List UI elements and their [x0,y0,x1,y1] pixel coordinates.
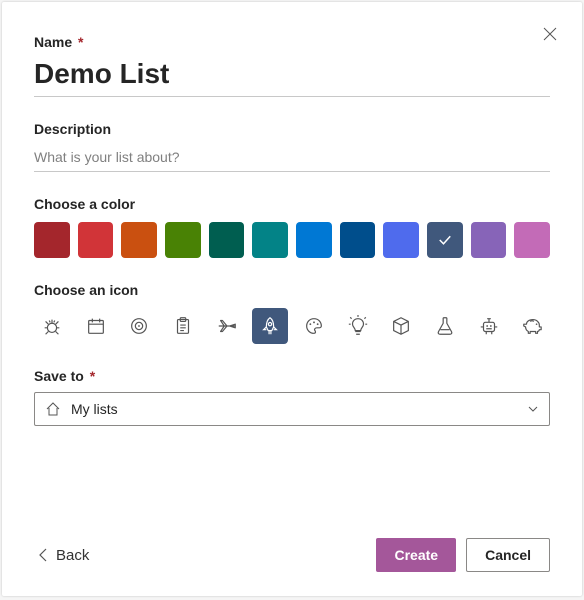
icon-option-clipboard[interactable] [165,308,201,344]
cube-icon [390,315,412,337]
color-swatch-blue[interactable] [296,222,332,258]
name-label: Name * [34,34,550,50]
palette-icon [303,315,325,337]
icon-option-cube[interactable] [383,308,419,344]
clipboard-icon [172,315,194,337]
save-to-selected: My lists [71,401,517,417]
piggybank-icon [521,315,543,337]
calendar-icon [85,315,107,337]
icon-option-bug[interactable] [34,308,70,344]
choose-icon-label: Choose an icon [34,282,550,298]
color-swatch-row [34,222,550,258]
color-swatch-red[interactable] [78,222,114,258]
create-list-dialog: Name * Description Choose a color Choose… [2,2,582,596]
lightbulb-icon [347,315,369,337]
color-swatch-violet[interactable] [471,222,507,258]
icon-option-airplane[interactable] [209,308,245,344]
create-button[interactable]: Create [376,538,456,572]
target-icon [128,315,150,337]
rocket-icon [259,315,281,337]
back-button[interactable]: Back [34,541,93,570]
icon-option-calendar[interactable] [78,308,114,344]
chevron-left-icon [38,548,50,562]
chevron-down-icon [527,403,539,415]
airplane-icon [216,315,238,337]
save-to-dropdown[interactable]: My lists [34,392,550,426]
color-swatch-pink[interactable] [514,222,550,258]
icon-option-robot[interactable] [471,308,507,344]
flask-icon [434,315,456,337]
close-icon [543,27,557,41]
check-icon [436,231,454,249]
dialog-footer: Back Create Cancel [34,538,550,572]
icon-option-piggybank[interactable] [514,308,550,344]
name-input[interactable] [34,56,550,97]
bug-icon [41,315,63,337]
icon-option-lightbulb[interactable] [340,308,376,344]
home-icon [45,401,61,417]
color-swatch-periwinkle[interactable] [383,222,419,258]
description-input[interactable] [34,143,550,172]
color-swatch-orange[interactable] [121,222,157,258]
required-star: * [90,368,95,384]
close-button[interactable] [536,20,564,48]
icon-swatch-row [34,308,550,344]
icon-option-rocket[interactable] [252,308,288,344]
icon-option-flask[interactable] [427,308,463,344]
required-star: * [78,34,83,50]
color-swatch-teal[interactable] [252,222,288,258]
color-swatch-dark-teal[interactable] [209,222,245,258]
description-label: Description [34,121,550,137]
choose-color-label: Choose a color [34,196,550,212]
color-swatch-dark-blue[interactable] [340,222,376,258]
color-swatch-green[interactable] [165,222,201,258]
cancel-button[interactable]: Cancel [466,538,550,572]
robot-icon [478,315,500,337]
icon-option-target[interactable] [121,308,157,344]
color-swatch-navy[interactable] [427,222,463,258]
color-swatch-dark-red[interactable] [34,222,70,258]
save-to-label: Save to * [34,368,550,384]
icon-option-palette[interactable] [296,308,332,344]
